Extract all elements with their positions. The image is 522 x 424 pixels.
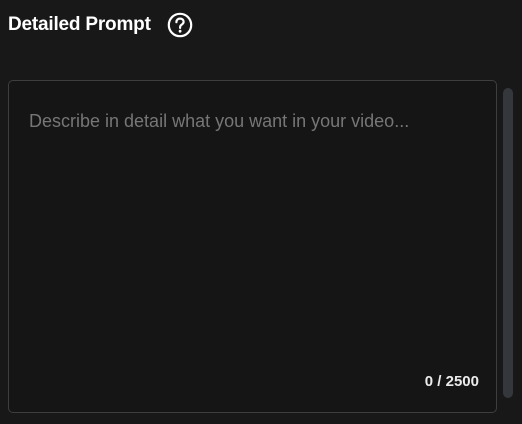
prompt-header: Detailed Prompt [8,10,193,40]
prompt-textarea[interactable] [9,81,496,412]
question-circle-icon[interactable] [167,12,193,38]
detailed-prompt-panel: Detailed Prompt 0 / 2500 [0,0,522,424]
prompt-title: Detailed Prompt [8,14,151,35]
prompt-textarea-container: 0 / 2500 [8,80,497,413]
scrollbar-thumb[interactable] [503,88,513,398]
character-counter: 0 / 2500 [424,373,479,390]
scrollbar-track[interactable] [503,80,513,413]
